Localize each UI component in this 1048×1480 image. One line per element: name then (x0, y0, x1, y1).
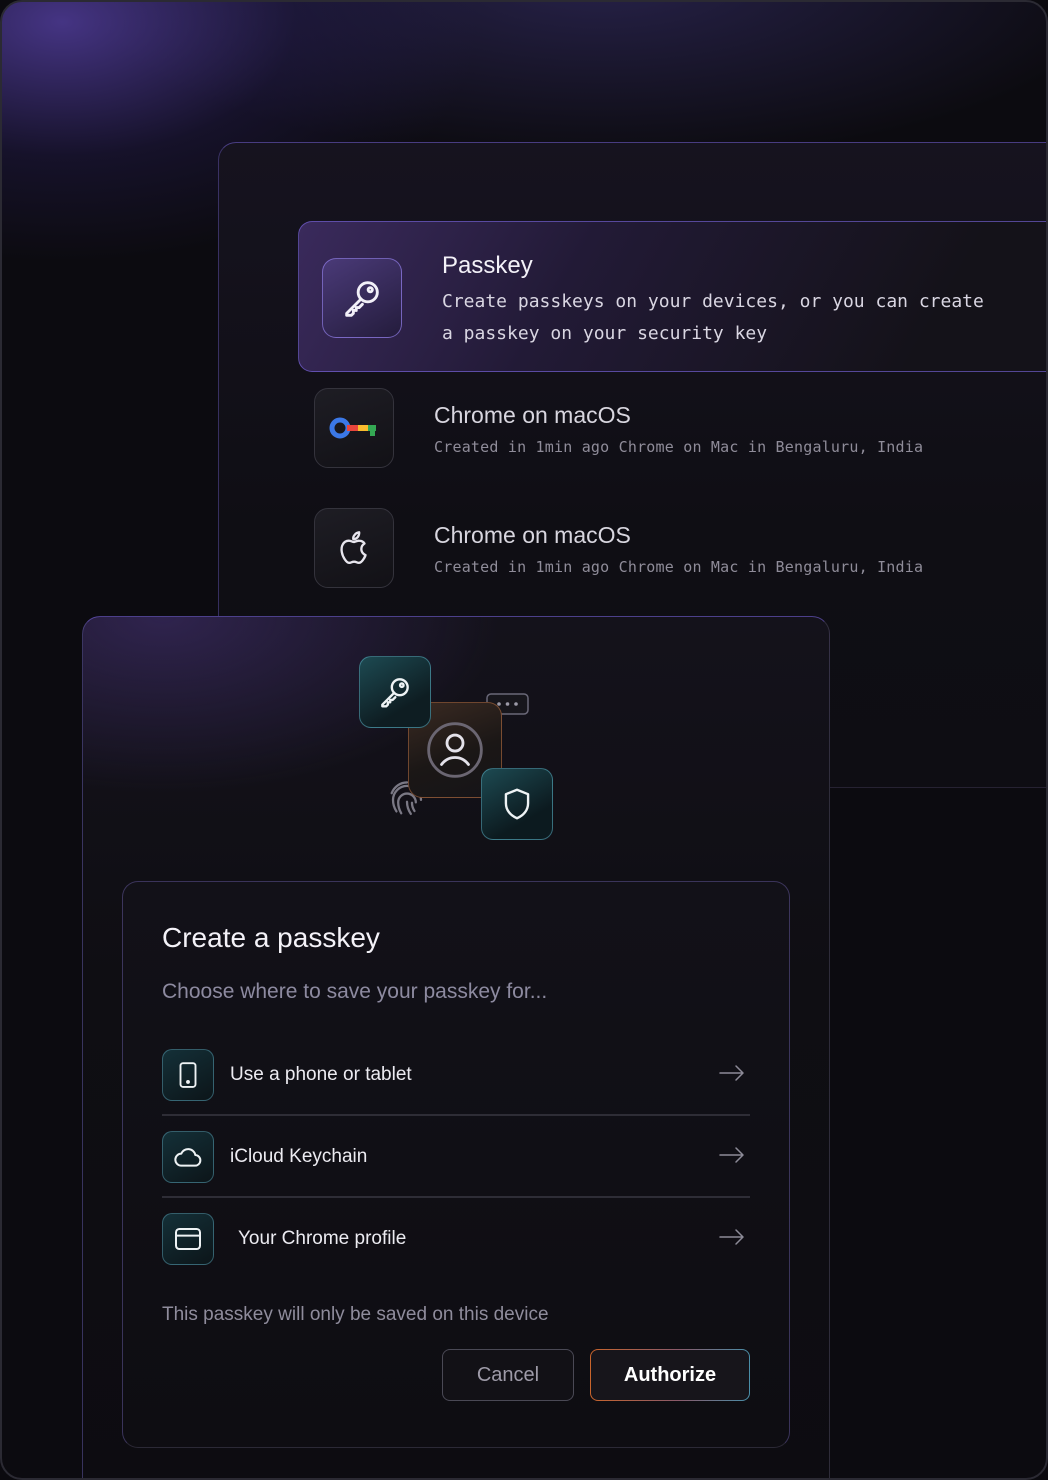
key-icon (322, 258, 402, 338)
option-label: Your Chrome profile (238, 1228, 407, 1249)
passkey-description: Create passkeys on your devices, or you … (442, 291, 984, 344)
app-frame: Passkey Create passkeys on your devices,… (0, 0, 1048, 1480)
authorize-button[interactable]: Authorize (590, 1349, 750, 1401)
cloud-icon (162, 1131, 214, 1183)
apple-icon (314, 508, 394, 588)
saved-passkey-title: Chrome on macOS (434, 402, 631, 428)
dialog-subtitle: Choose where to save your passkey for... (162, 980, 548, 1003)
divider (162, 1114, 750, 1116)
browser-window-icon (162, 1213, 214, 1265)
saved-passkey-subtitle: Created in 1min ago Chrome on Mac in Ben… (434, 558, 924, 576)
save-location-note: This passkey will only be saved on this … (162, 1304, 549, 1325)
dialog-title: Create a passkey (162, 922, 380, 953)
arrow-right-icon (718, 1227, 746, 1252)
option-label: iCloud Keychain (230, 1146, 368, 1167)
arrow-right-icon (718, 1063, 746, 1088)
arrow-right-icon (718, 1145, 746, 1170)
saved-passkey-title: Chrome on macOS (434, 522, 631, 548)
key-icon (359, 656, 431, 728)
passkey-title: Passkey (442, 252, 533, 279)
option-icloud-keychain[interactable]: iCloud Keychain (162, 1130, 750, 1184)
shield-icon (481, 768, 553, 840)
saved-passkey-subtitle: Created in 1min ago Chrome on Mac in Ben… (434, 438, 924, 456)
option-phone-or-tablet[interactable]: Use a phone or tablet (162, 1048, 750, 1102)
option-label: Use a phone or tablet (230, 1064, 412, 1085)
divider (162, 1196, 750, 1198)
phone-icon (162, 1049, 214, 1101)
google-password-manager-icon (314, 388, 394, 468)
cancel-button[interactable]: Cancel (442, 1349, 574, 1401)
option-chrome-profile[interactable]: Your Chrome profile (162, 1212, 750, 1266)
